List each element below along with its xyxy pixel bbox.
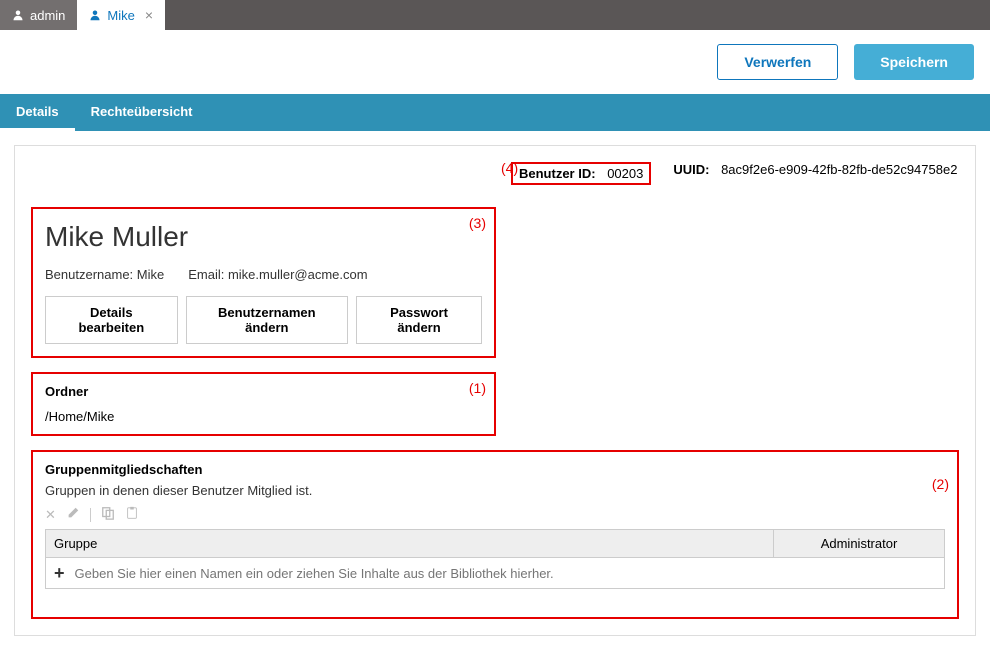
annotation-2: (2) — [932, 476, 949, 492]
details-panel: (4) Benutzer ID: 00203 UUID: 8ac9f2e6-e9… — [14, 145, 976, 636]
user-icon — [89, 9, 101, 21]
user-icon — [12, 9, 24, 21]
group-name-input-wrap — [75, 566, 936, 581]
groups-grid-header: Gruppe Administrator — [45, 529, 945, 558]
folder-title: Ordner — [45, 384, 482, 399]
change-password-button[interactable]: Passwort ändern — [356, 296, 482, 344]
annotation-3: (3) — [469, 215, 486, 231]
tab-admin[interactable]: admin — [0, 0, 77, 30]
group-toolbar: ✕ — [45, 506, 945, 523]
annotation-1: (1) — [469, 380, 486, 396]
copy-icon[interactable] — [101, 506, 115, 523]
user-fullname: Mike Muller — [45, 221, 482, 253]
tab-label: Mike — [107, 8, 134, 23]
column-admin[interactable]: Administrator — [774, 530, 944, 557]
tab-details[interactable]: Details — [0, 94, 75, 131]
user-id-value: 00203 — [607, 166, 643, 181]
content: (4) Benutzer ID: 00203 UUID: 8ac9f2e6-e9… — [0, 131, 990, 650]
tab-mike[interactable]: Mike × — [77, 0, 165, 30]
email-label: Email: mike.muller@acme.com — [188, 267, 367, 282]
groups-subtitle: Gruppen in denen dieser Benutzer Mitglie… — [45, 483, 945, 498]
discard-button[interactable]: Verwerfen — [717, 44, 838, 80]
tab-rights[interactable]: Rechteübersicht — [75, 94, 209, 131]
user-id: Benutzer ID: 00203 — [511, 162, 651, 185]
action-bar: Verwerfen Speichern — [0, 30, 990, 94]
uuid-value: 8ac9f2e6-e909-42fb-82fb-de52c94758e2 — [721, 162, 957, 177]
delete-icon[interactable]: ✕ — [45, 507, 56, 523]
user-card: (3) Mike Muller Benutzername: Mike Email… — [31, 207, 496, 358]
paste-icon[interactable] — [125, 506, 139, 523]
user-info: Benutzername: Mike Email: mike.muller@ac… — [45, 267, 482, 282]
username-label: Benutzername: Mike — [45, 267, 164, 282]
group-name-input[interactable] — [75, 566, 936, 581]
toolbar-separator — [90, 508, 91, 522]
edit-icon[interactable] — [66, 506, 80, 523]
groups-box: (2) Gruppenmitgliedschaften Gruppen in d… — [31, 450, 959, 619]
add-icon[interactable]: + — [54, 564, 65, 582]
nav-tabs: Details Rechteübersicht — [0, 94, 990, 131]
folder-path: /Home/Mike — [45, 409, 482, 424]
uuid: UUID: 8ac9f2e6-e909-42fb-82fb-de52c94758… — [673, 162, 957, 185]
user-buttons: Details bearbeiten Benutzernamen ändern … — [45, 296, 482, 344]
user-id-label: Benutzer ID: — [519, 166, 596, 181]
id-row: (4) Benutzer ID: 00203 UUID: 8ac9f2e6-e9… — [511, 162, 959, 185]
close-icon[interactable]: × — [145, 8, 153, 22]
save-button[interactable]: Speichern — [854, 44, 974, 80]
edit-details-button[interactable]: Details bearbeiten — [45, 296, 178, 344]
groups-add-row: + — [45, 558, 945, 589]
annotation-4: (4) — [501, 160, 518, 176]
groups-title: Gruppenmitgliedschaften — [45, 462, 945, 477]
folder-box: (1) Ordner /Home/Mike — [31, 372, 496, 436]
tab-label: admin — [30, 8, 65, 23]
column-group[interactable]: Gruppe — [46, 530, 774, 557]
tab-bar: admin Mike × — [0, 0, 990, 30]
uuid-label: UUID: — [673, 162, 709, 177]
change-username-button[interactable]: Benutzernamen ändern — [186, 296, 348, 344]
